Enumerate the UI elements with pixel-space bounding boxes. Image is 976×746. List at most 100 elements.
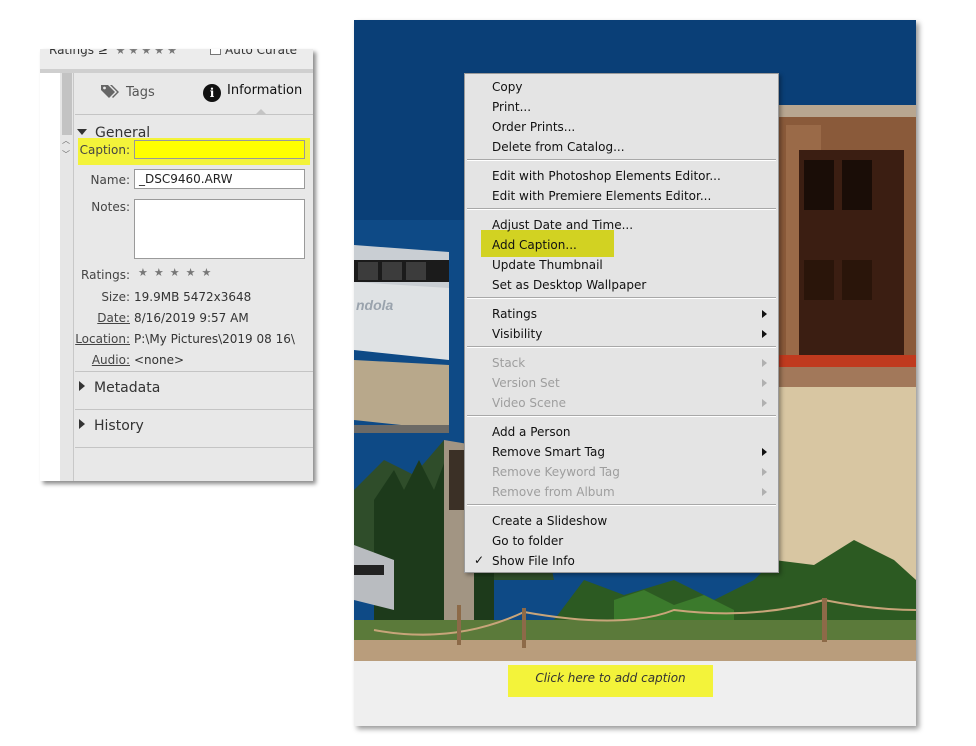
auto-curate-checkbox[interactable] [210, 49, 221, 55]
tab-information[interactable]: i Information [203, 83, 302, 102]
size-value: 19.9MB 5472x3648 [134, 290, 252, 304]
menu-item-label: Update Thumbnail [492, 258, 603, 272]
menu-item-label: Delete from Catalog... [492, 140, 625, 154]
menu-item-label: Ratings [492, 307, 537, 321]
rating-filter-stars[interactable]: ★★★★★ [116, 49, 180, 57]
menu-item-video-scene: Video Scene [465, 393, 778, 413]
menu-item-label: Create a Slideshow [492, 514, 608, 528]
menu-item-version-set: Version Set [465, 373, 778, 393]
tag-icon [101, 85, 119, 98]
name-field[interactable]: _DSC9460.ARW [134, 169, 305, 189]
name-label: Name: [90, 173, 130, 187]
history-section-header[interactable]: History [75, 418, 144, 434]
menu-item-create-slideshow[interactable]: Create a Slideshow [465, 511, 778, 531]
caption-label: Caption: [79, 143, 130, 157]
location-label[interactable]: Location: [40, 332, 130, 346]
info-icon: i [203, 84, 221, 102]
auto-curate-label: Auto Curate [225, 49, 298, 57]
menu-item-print[interactable]: Print... [465, 97, 778, 117]
tab-information-label: Information [227, 83, 303, 98]
menu-item-label: Edit with Photoshop Elements Editor... [492, 169, 721, 183]
menu-item-label: Stack [492, 356, 526, 370]
rating-stars[interactable]: ★★★★★ [138, 266, 217, 279]
menu-item-label: Add Caption... [492, 238, 577, 252]
menu-item-label: Remove Keyword Tag [492, 465, 620, 479]
menu-item-label: Adjust Date and Time... [492, 218, 634, 232]
tab-tags[interactable]: Tags [100, 83, 155, 100]
auto-curate-toggle[interactable]: Auto Curate [210, 49, 297, 57]
rating-filter-operator[interactable]: ≥ [98, 49, 108, 57]
notes-field[interactable] [134, 199, 305, 259]
menu-item-label: Version Set [492, 376, 560, 390]
menu-item-label: Remove Smart Tag [492, 445, 605, 459]
menu-item-set-wallpaper[interactable]: Set as Desktop Wallpaper [465, 275, 778, 295]
expand-right-icon [79, 381, 85, 391]
metadata-section-header[interactable]: Metadata [75, 380, 160, 396]
menu-separator [467, 159, 776, 161]
audio-label[interactable]: Audio: [40, 353, 130, 367]
menu-item-label: Copy [492, 80, 523, 94]
tab-tags-label: Tags [126, 85, 155, 100]
menu-item-label: Visibility [492, 327, 543, 341]
menu-item-ratings[interactable]: Ratings [465, 304, 778, 324]
submenu-arrow-icon [762, 310, 767, 318]
expand-down-icon [77, 129, 87, 135]
scrollbar-thumb[interactable] [62, 73, 72, 135]
menu-item-adjust-date-time[interactable]: Adjust Date and Time... [465, 215, 778, 235]
menu-item-add-caption[interactable]: Add Caption... [465, 235, 778, 255]
size-label: Size: [101, 290, 130, 304]
menu-item-label: Go to folder [492, 534, 564, 548]
ratings-label: Ratings: [81, 268, 130, 282]
date-label[interactable]: Date: [40, 311, 130, 325]
menu-item-show-file-info[interactable]: ✓ Show File Info [465, 551, 778, 571]
menu-item-copy[interactable]: Copy [465, 77, 778, 97]
menu-item-label: Set as Desktop Wallpaper [492, 278, 647, 292]
section-divider [75, 447, 313, 448]
menu-item-edit-premiere[interactable]: Edit with Premiere Elements Editor... [465, 186, 778, 206]
location-value: P:\My Pictures\2019 08 16\ [134, 332, 295, 346]
menu-item-label: Edit with Premiere Elements Editor... [492, 189, 712, 203]
gondola-sign-text: ndola [356, 297, 394, 313]
submenu-arrow-icon [762, 330, 767, 338]
section-divider [75, 409, 313, 410]
menu-item-remove-from-album: Remove from Album [465, 482, 778, 502]
menu-item-label: Add a Person [492, 425, 571, 439]
menu-item-go-to-folder[interactable]: Go to folder [465, 531, 778, 551]
metadata-heading: Metadata [94, 380, 161, 396]
rating-filter[interactable]: Ratings ≥ ★★★★★ [49, 49, 180, 57]
notes-label: Notes: [91, 200, 130, 214]
menu-separator [467, 504, 776, 506]
menu-item-add-person[interactable]: Add a Person [465, 422, 778, 442]
menu-item-delete-from-catalog[interactable]: Delete from Catalog... [465, 137, 778, 157]
menu-item-label: Print... [492, 100, 532, 114]
add-caption-link[interactable]: Click here to add caption [508, 671, 713, 685]
context-menu: Copy Print... Order Prints... Delete fro… [464, 73, 779, 573]
panel-tabs: Tags i Information [75, 73, 313, 115]
menu-item-label: Video Scene [492, 396, 567, 410]
submenu-arrow-icon [762, 399, 767, 407]
checkmark-icon: ✓ [474, 553, 485, 567]
menu-item-label: Remove from Album [492, 485, 615, 499]
menu-item-order-prints[interactable]: Order Prints... [465, 117, 778, 137]
menu-separator [467, 415, 776, 417]
active-tab-indicator [255, 109, 267, 115]
caption-field[interactable] [134, 140, 305, 159]
submenu-arrow-icon [762, 448, 767, 456]
menu-separator [467, 297, 776, 299]
menu-item-remove-smart-tag[interactable]: Remove Smart Tag [465, 442, 778, 462]
menu-item-edit-photoshop[interactable]: Edit with Photoshop Elements Editor... [465, 166, 778, 186]
history-heading: History [94, 418, 144, 434]
information-panel: Ratings ≥ ★★★★★ Auto Curate ︿ ﹀ Tags i In… [40, 49, 313, 481]
menu-item-update-thumbnail[interactable]: Update Thumbnail [465, 255, 778, 275]
date-value: 8/16/2019 9:57 AM [134, 311, 249, 325]
submenu-arrow-icon [762, 379, 767, 387]
submenu-arrow-icon [762, 488, 767, 496]
menu-item-visibility[interactable]: Visibility [465, 324, 778, 344]
audio-value: <none> [134, 353, 185, 367]
submenu-arrow-icon [762, 359, 767, 367]
menu-item-remove-keyword-tag: Remove Keyword Tag [465, 462, 778, 482]
menu-item-stack: Stack [465, 353, 778, 373]
submenu-arrow-icon [762, 468, 767, 476]
menu-item-label: Show File Info [492, 554, 575, 568]
expand-right-icon [79, 419, 85, 429]
